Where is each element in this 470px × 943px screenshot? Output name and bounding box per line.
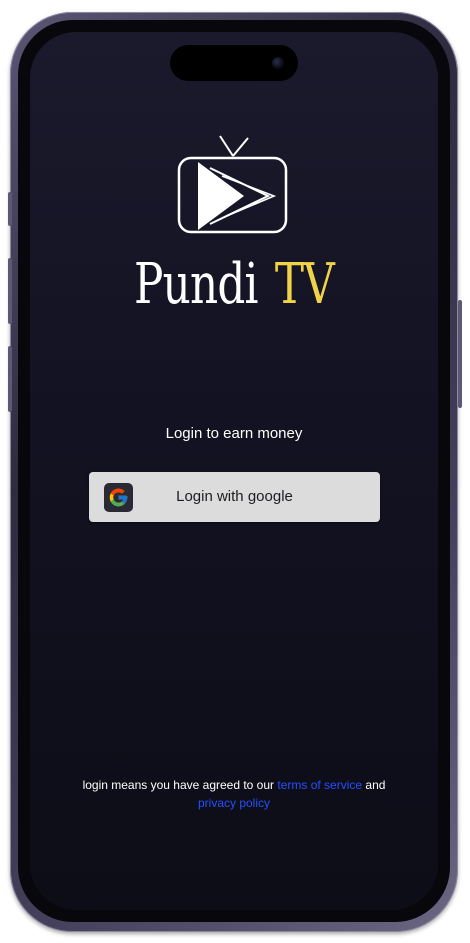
tv-play-icon <box>177 135 288 234</box>
privacy-policy-link[interactable]: privacy policy <box>198 796 270 810</box>
terms-of-service-link[interactable]: terms of service <box>277 778 362 792</box>
brand-suffix: TV <box>274 252 335 317</box>
volume-up-button <box>8 258 12 324</box>
legal-conjunction: and <box>365 778 386 792</box>
app-screen: Pundi TV Login to earn money Login with g… <box>30 32 438 910</box>
legal-prefix: login means you have agreed to our <box>82 778 275 792</box>
login-with-google-button[interactable]: Login with google <box>89 472 380 522</box>
brand-name: Pundi <box>134 252 258 317</box>
login-tagline: Login to earn money <box>165 425 303 442</box>
camera-icon <box>272 57 284 69</box>
dynamic-island <box>170 45 298 81</box>
legal-notice: login means you have agreed to our terms… <box>70 776 398 812</box>
power-button <box>458 300 462 408</box>
action-button <box>8 192 12 226</box>
app-logo-text: Pundi TV <box>75 250 393 320</box>
volume-down-button <box>8 346 12 412</box>
login-with-google-label: Login with google <box>176 488 293 505</box>
